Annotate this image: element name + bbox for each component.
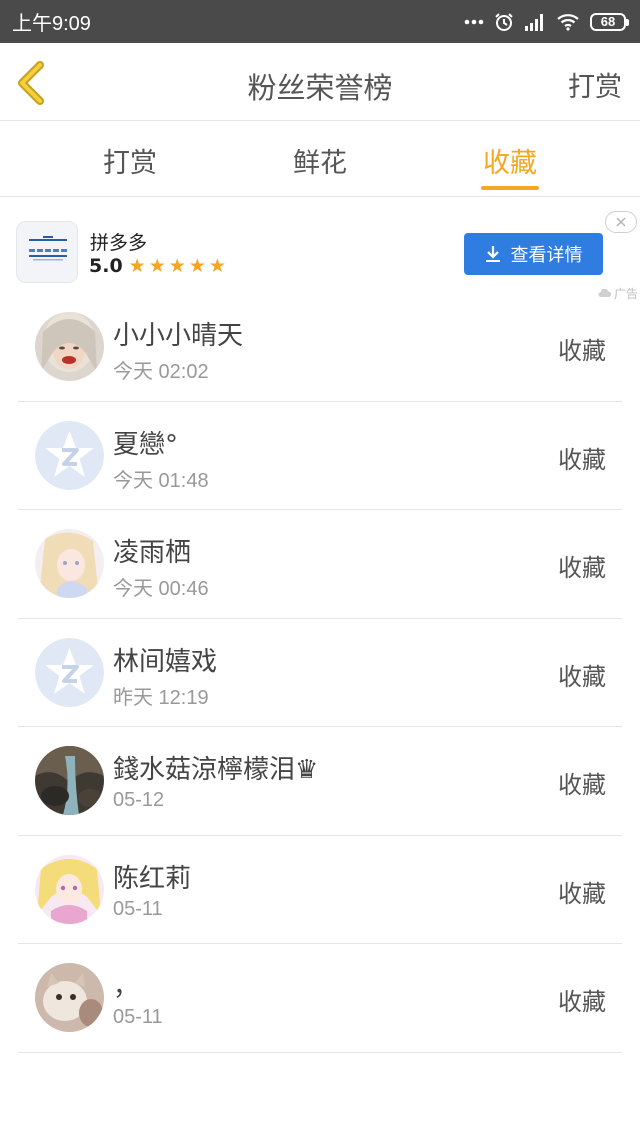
ad-app-icon xyxy=(16,221,78,283)
star-icon: ★ xyxy=(148,254,166,277)
fan-action: 收藏 xyxy=(558,879,606,908)
fan-name: 小小小晴天 xyxy=(113,321,244,351)
fan-list: 小小小晴天 今天 02:02 收藏 夏戀° 今天 01:48 收藏 凌雨栖 今天… xyxy=(18,293,622,1053)
list-item[interactable]: 林间嬉戏 昨天 12:19 收藏 xyxy=(18,619,622,727)
avatar xyxy=(35,420,104,490)
avatar xyxy=(35,529,104,598)
qq-default-avatar-icon xyxy=(35,637,104,707)
wifi-icon xyxy=(557,13,579,31)
fan-action: 收藏 xyxy=(558,988,606,1016)
list-item[interactable]: 夏戀° 今天 01:48 收藏 xyxy=(18,402,622,510)
fan-time: 05-11 xyxy=(113,1006,163,1028)
reward-button[interactable]: 打赏 xyxy=(568,65,622,104)
avatar xyxy=(35,854,104,924)
fan-name: 錢水菇涼檸檬泪♛ xyxy=(113,755,319,785)
fan-name: ， xyxy=(113,972,140,1002)
avatar xyxy=(35,637,104,707)
battery-icon: 68 xyxy=(590,12,629,31)
star-icon: ★ xyxy=(188,254,206,277)
star-icon: ★ xyxy=(128,254,146,277)
more-icon xyxy=(464,19,484,24)
list-item[interactable]: 凌雨栖 今天 00:46 收藏 xyxy=(18,510,622,619)
avatar xyxy=(35,746,104,815)
fan-time: 今天 00:46 xyxy=(113,578,209,600)
ad-app-name: 拼多多 xyxy=(90,232,148,254)
fan-action: 收藏 xyxy=(558,445,606,474)
list-item[interactable]: 陈红莉 05-11 收藏 xyxy=(18,836,622,944)
view-details-label: 查看详情 xyxy=(510,245,583,266)
fan-time: 昨天 12:19 xyxy=(113,686,209,709)
fan-time: 05-12 xyxy=(113,789,165,811)
fan-name: 陈红莉 xyxy=(113,863,192,894)
page-title: 粉丝荣誉榜 xyxy=(247,71,393,105)
ad-rating: 5.0 ★ ★ ★ ★ ★ xyxy=(89,255,226,277)
qq-default-avatar-icon xyxy=(35,420,104,490)
close-icon xyxy=(616,217,626,227)
fan-action: 收藏 xyxy=(558,337,606,365)
battery-level: 68 xyxy=(600,14,616,29)
fan-action: 收藏 xyxy=(558,662,606,691)
fan-name: 凌雨栖 xyxy=(113,538,192,568)
status-icons: 68 xyxy=(464,12,629,32)
status-bar: 上午9:09 68 xyxy=(0,0,640,43)
list-item[interactable]: 小小小晴天 今天 02:02 收藏 xyxy=(18,293,622,402)
signal-icon xyxy=(525,13,543,31)
view-details-button[interactable]: 查看详情 xyxy=(464,233,603,275)
tab-bar: 打赏 鲜花 收藏 xyxy=(0,121,640,197)
fan-name: 夏戀° xyxy=(113,429,179,460)
tab-reward[interactable]: 打赏 xyxy=(70,141,190,180)
fan-name: 林间嬉戏 xyxy=(113,646,218,677)
star-icon: ★ xyxy=(208,254,226,277)
alarm-icon xyxy=(495,12,513,31)
ad-close-button[interactable] xyxy=(605,211,637,233)
active-tab-indicator xyxy=(481,186,539,190)
fan-time: 今天 02:02 xyxy=(113,361,209,383)
app-header: 粉丝荣誉榜 打赏 xyxy=(0,43,640,121)
status-time: 上午9:09 xyxy=(12,13,91,35)
fan-action: 收藏 xyxy=(558,771,606,799)
avatar xyxy=(35,312,104,381)
star-icon: ★ xyxy=(168,254,186,277)
tab-favorites[interactable]: 收藏 xyxy=(450,141,570,180)
rating-stars: ★ ★ ★ ★ ★ xyxy=(128,254,226,277)
list-item[interactable]: ， 05-11 收藏 xyxy=(18,944,622,1053)
fan-time: 今天 01:48 xyxy=(113,469,209,492)
list-item[interactable]: 錢水菇涼檸檬泪♛ 05-12 收藏 xyxy=(18,727,622,836)
ad-banner[interactable]: 拼多多 5.0 ★ ★ ★ ★ ★ 查看详情 广告 xyxy=(0,197,640,303)
tab-flowers[interactable]: 鲜花 xyxy=(260,141,380,180)
ad-rating-value: 5.0 xyxy=(89,255,123,277)
fan-time: 05-11 xyxy=(113,897,163,920)
fan-action: 收藏 xyxy=(558,554,606,582)
download-icon xyxy=(485,246,500,262)
avatar xyxy=(35,963,104,1032)
